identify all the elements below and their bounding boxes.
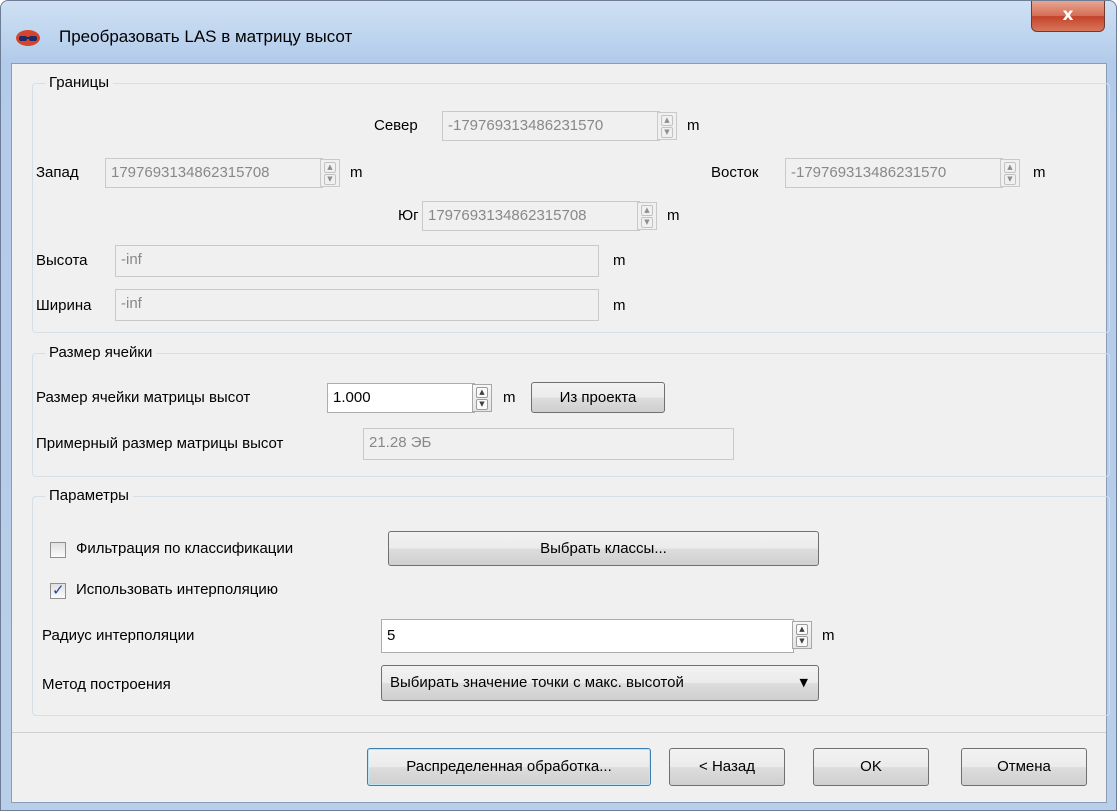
title-bar[interactable]: Преобразовать LAS в матрицу высот x: [1, 1, 1116, 63]
checkmark-icon: ✓: [52, 581, 65, 599]
spin-down-icon[interactable]: ▼: [476, 399, 488, 410]
east-unit: m: [1033, 164, 1046, 181]
height-label: Высота: [36, 252, 88, 269]
cell-size-label: Размер ячейки матрицы высот: [36, 389, 251, 406]
west-input[interactable]: 1797693134862315708: [105, 158, 323, 188]
spin-up-icon[interactable]: ▲: [476, 387, 488, 398]
approx-size-field[interactable]: 21.28 ЭБ: [363, 428, 734, 460]
width-field[interactable]: -inf: [115, 289, 599, 321]
close-button[interactable]: x: [1031, 1, 1105, 32]
spin-up-icon[interactable]: ▲: [641, 205, 653, 216]
width-label: Ширина: [36, 297, 92, 314]
north-label: Север: [374, 117, 418, 134]
height-unit: m: [613, 252, 626, 269]
height-field[interactable]: -inf: [115, 245, 599, 277]
south-label: Юг: [398, 207, 419, 224]
spin-down-icon[interactable]: ▼: [1004, 174, 1016, 185]
west-label: Запад: [36, 164, 79, 181]
method-dropdown[interactable]: Выбирать значение точки с макс. высотой …: [381, 665, 819, 701]
dialog-window: Преобразовать LAS в матрицу высот x Гран…: [0, 0, 1117, 811]
chevron-down-icon[interactable]: ▼: [800, 666, 808, 700]
cancel-button[interactable]: Отмена: [961, 748, 1087, 786]
approx-size-label: Примерный размер матрицы высот: [36, 435, 284, 452]
spin-up-icon[interactable]: ▲: [796, 624, 808, 635]
radius-spinner[interactable]: ▲ ▼: [792, 621, 812, 649]
south-spinner[interactable]: ▲ ▼: [637, 202, 657, 230]
north-input[interactable]: -179769313486231570: [442, 111, 660, 141]
spin-up-icon[interactable]: ▲: [661, 115, 673, 126]
cell-size-group-title: Размер ячейки: [45, 344, 157, 361]
east-spinner[interactable]: ▲ ▼: [1000, 159, 1020, 187]
app-logo-icon: [16, 30, 40, 46]
filter-checkbox[interactable]: [50, 542, 66, 558]
west-unit: m: [350, 164, 363, 181]
from-project-button[interactable]: Из проекта: [531, 382, 665, 413]
distributed-processing-button[interactable]: Распределенная обработка...: [367, 748, 651, 786]
radius-unit: m: [822, 627, 835, 644]
interpolation-checkbox[interactable]: ✓: [50, 581, 66, 599]
method-dropdown-value: Выбирать значение точки с макс. высотой: [390, 674, 684, 691]
method-label: Метод построения: [42, 676, 171, 693]
east-label: Восток: [711, 164, 759, 181]
window-title: Преобразовать LAS в матрицу высот: [59, 27, 353, 46]
interpolation-label[interactable]: Использовать интерполяцию: [76, 581, 278, 598]
west-spinner[interactable]: ▲ ▼: [320, 159, 340, 187]
spin-up-icon[interactable]: ▲: [1004, 162, 1016, 173]
north-spinner[interactable]: ▲ ▼: [657, 112, 677, 140]
filter-label[interactable]: Фильтрация по классификации: [76, 540, 293, 557]
north-unit: m: [687, 117, 700, 134]
dialog-content: Границы Север -179769313486231570 ▲ ▼ m …: [11, 63, 1110, 803]
back-button[interactable]: < Назад: [669, 748, 785, 786]
footer-separator: [12, 732, 1106, 733]
width-unit: m: [613, 297, 626, 314]
radius-label: Радиус интерполяции: [42, 627, 195, 644]
spin-down-icon[interactable]: ▼: [324, 174, 336, 185]
east-input[interactable]: -179769313486231570: [785, 158, 1003, 188]
bounds-group-title: Границы: [45, 74, 113, 91]
spin-down-icon[interactable]: ▼: [661, 127, 673, 138]
radius-input[interactable]: 5: [381, 619, 794, 653]
south-input[interactable]: 1797693134862315708: [422, 201, 640, 231]
cell-size-spinner[interactable]: ▲ ▼: [472, 384, 492, 412]
cell-size-unit: m: [503, 389, 516, 406]
select-classes-button[interactable]: Выбрать классы...: [388, 531, 819, 566]
ok-button[interactable]: OK: [813, 748, 929, 786]
parameters-group-title: Параметры: [45, 487, 133, 504]
south-unit: m: [667, 207, 680, 224]
spin-down-icon[interactable]: ▼: [641, 217, 653, 228]
spin-up-icon[interactable]: ▲: [324, 162, 336, 173]
cell-size-input[interactable]: 1.000: [327, 383, 475, 413]
spin-down-icon[interactable]: ▼: [796, 636, 808, 647]
